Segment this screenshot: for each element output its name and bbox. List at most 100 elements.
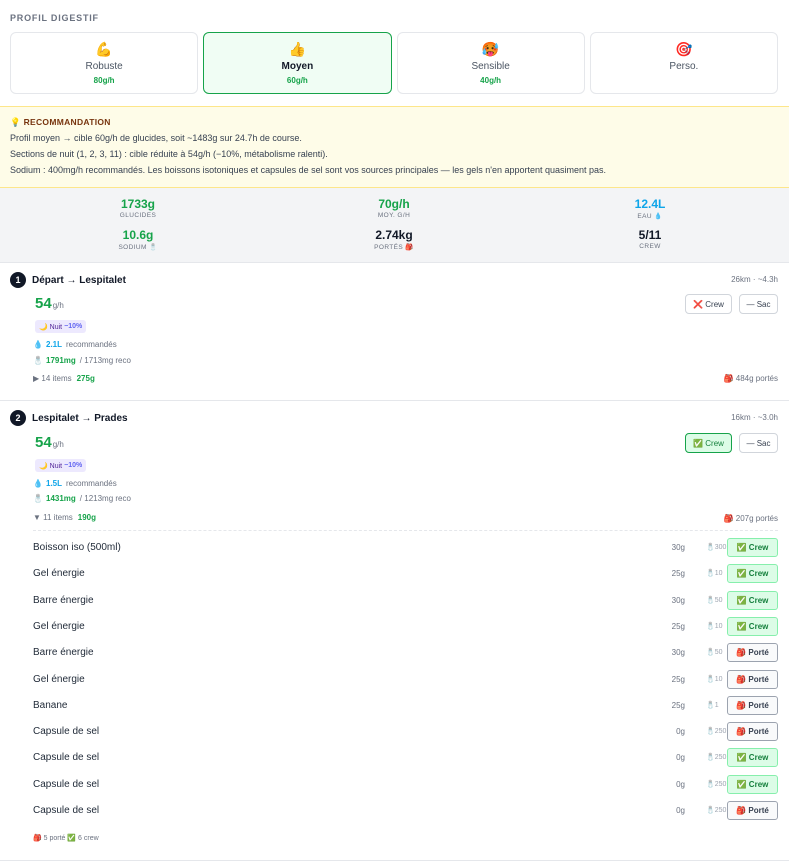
item-name: Capsule de sel (33, 779, 100, 790)
item-status-toggle[interactable]: 🎒 Porté (727, 643, 778, 662)
sodium-info: 🧂 1431mg / 1213mg reco (33, 494, 131, 503)
item-carbs: 30g (671, 596, 685, 605)
totals-summary: 1733g GLUCIDES 70g/h MOY. G/H 12.4L EAU … (0, 188, 789, 263)
profile-rate: 60g/h (286, 76, 308, 85)
items-expand-toggle[interactable]: ▼ 11 items 190g (33, 513, 96, 522)
lightbulb-icon: 💡 (10, 117, 21, 127)
profile-name: Sensible (471, 61, 510, 72)
segment-header[interactable]: 2 Lespitalet → Prades (10, 410, 128, 426)
items-expand-toggle[interactable]: ▶ 14 items 275g (33, 374, 95, 383)
crew-toggle-button[interactable]: ✅ Crew (685, 433, 732, 453)
item-name: Barre énergie (33, 647, 94, 658)
item-sodium: 🧂300 (706, 544, 727, 551)
list-item: Boisson iso (500ml) 30g 🧂300 ✅ Crew (33, 538, 778, 558)
segment-distance-time: 26km · ~4.3h (731, 275, 778, 284)
item-carbs: 0g (676, 806, 685, 815)
list-item: Barre énergie 30g 🧂50 ✅ Crew (33, 591, 778, 611)
item-carbs: 0g (676, 727, 685, 736)
item-name: Capsule de sel (33, 726, 100, 737)
crew-toggle-button[interactable]: ❌ Crew (685, 294, 732, 314)
segment-header[interactable]: 1 Départ → Lespitalet (10, 272, 126, 288)
item-sodium: 🧂50 (706, 649, 723, 656)
stat-portes: 2.74kg PORTÉS 🎒 (374, 228, 414, 251)
item-name: Barre énergie (33, 595, 94, 606)
item-status-toggle[interactable]: 🎒 Porté (727, 722, 778, 741)
item-name: Banane (33, 700, 68, 711)
item-status-toggle[interactable]: 🎒 Porté (727, 801, 778, 820)
salt-icon: 🧂 (33, 494, 43, 503)
stat-crew: 5/11 CREW (638, 228, 662, 250)
item-status-toggle[interactable]: ✅ Crew (727, 538, 778, 557)
list-item: Capsule de sel 0g 🧂250 ✅ Crew (33, 775, 778, 795)
carb-rate: 54g/h (35, 295, 64, 312)
item-status-toggle[interactable]: ✅ Crew (727, 748, 778, 767)
item-status-toggle[interactable]: 🎒 Porté (727, 670, 778, 689)
item-status-toggle[interactable]: ✅ Crew (727, 564, 778, 583)
water-info: 💧 1.5L recommandés (33, 479, 117, 488)
list-item: Gel énergie 25g 🧂10 ✅ Crew (33, 564, 778, 584)
ported-weight: 🎒 207g portés (723, 514, 778, 523)
sac-toggle-button[interactable]: — Sac (739, 294, 778, 314)
item-name: Gel énergie (33, 621, 85, 632)
stat-moyenne: 70g/h MOY. G/H (377, 197, 411, 219)
item-carbs: 30g (671, 648, 685, 657)
item-sodium: 🧂250 (706, 754, 727, 761)
item-status-toggle[interactable]: 🎒 Porté (727, 696, 778, 715)
section-title: PROFIL DIGESTIF (10, 13, 99, 23)
stat-sodium: 10.6g SODIUM 🧂 (118, 228, 158, 251)
item-sodium: 🧂250 (706, 728, 727, 735)
items-summary: 🎒 5 porté ✅ 6 crew (33, 835, 99, 842)
profile-robuste[interactable]: 💪 Robuste 80g/h (10, 32, 199, 94)
profile-perso[interactable]: 🎯 Perso. (589, 32, 778, 94)
stat-glucides: 1733g GLUCIDES (119, 197, 157, 219)
item-carbs: 25g (671, 622, 685, 631)
list-item: Capsule de sel 0g 🧂250 ✅ Crew (33, 748, 778, 768)
item-name: Capsule de sel (33, 805, 100, 816)
reco-profile-line: Profil moyen → cible 60g/h de glucides, … (10, 133, 302, 143)
dashed-divider (33, 530, 778, 531)
item-carbs: 0g (676, 780, 685, 789)
item-status-toggle[interactable]: ✅ Crew (727, 775, 778, 794)
target-icon: 🎯 (675, 41, 693, 57)
list-item: Gel énergie 25g 🧂10 ✅ Crew (33, 617, 778, 637)
item-status-toggle[interactable]: ✅ Crew (727, 591, 778, 610)
profile-moyen[interactable]: 👍 Moyen 60g/h (203, 32, 392, 94)
list-item: Gel énergie 25g 🧂10 🎒 Porté (33, 670, 778, 690)
reco-sodium-line: Sodium : 400mg/h recommandés. Les boisso… (10, 165, 607, 175)
item-name: Capsule de sel (33, 752, 100, 763)
segment-title: Départ → Lespitalet (32, 274, 126, 286)
segment-distance-time: 16km · ~3.0h (731, 413, 778, 422)
item-sodium: 🧂10 (706, 676, 723, 683)
profile-sensible[interactable]: 🥵 Sensible 40g/h (396, 32, 585, 94)
profile-name: Perso. (669, 61, 699, 72)
item-sodium: 🧂1 (706, 702, 719, 709)
water-drop-icon: 💧 (33, 479, 43, 488)
hot-face-icon: 🥵 (481, 41, 500, 57)
sodium-info: 🧂 1791mg / 1713mg reco (33, 356, 131, 365)
item-status-toggle[interactable]: ✅ Crew (727, 617, 778, 636)
digestive-profile-selector: 💪 Robuste 80g/h 👍 Moyen 60g/h 🥵 Sensible… (10, 32, 778, 94)
item-name: Boisson iso (500ml) (33, 542, 121, 553)
sac-toggle-button[interactable]: — Sac (739, 433, 778, 453)
night-badge: 🌙 Nuit −10% (35, 459, 87, 472)
segment-number: 2 (10, 410, 26, 426)
night-badge: 🌙 Nuit −10% (35, 320, 87, 333)
profile-rate: 40g/h (480, 76, 502, 85)
stat-eau: 12.4L EAU 💧 (634, 197, 666, 220)
item-name: Gel énergie (33, 674, 85, 685)
ported-weight: 🎒 484g portés (723, 374, 778, 383)
divider (0, 400, 789, 401)
recommendation-title: 💡 RECOMMANDATION (10, 117, 111, 127)
divider (0, 860, 789, 861)
segment-number: 1 (10, 272, 26, 288)
item-name: Gel énergie (33, 568, 85, 579)
recommendation-panel: 💡 RECOMMANDATION Profil moyen → cible 60… (0, 106, 789, 188)
item-carbs: 25g (671, 701, 685, 710)
item-carbs: 30g (671, 543, 685, 552)
item-sodium: 🧂250 (706, 781, 727, 788)
salt-icon: 🧂 (33, 356, 43, 365)
list-item: Banane 25g 🧂1 🎒 Porté (33, 696, 778, 716)
list-item: Capsule de sel 0g 🧂250 🎒 Porté (33, 722, 778, 742)
profile-name: Robuste (85, 61, 123, 72)
item-sodium: 🧂50 (706, 597, 723, 604)
